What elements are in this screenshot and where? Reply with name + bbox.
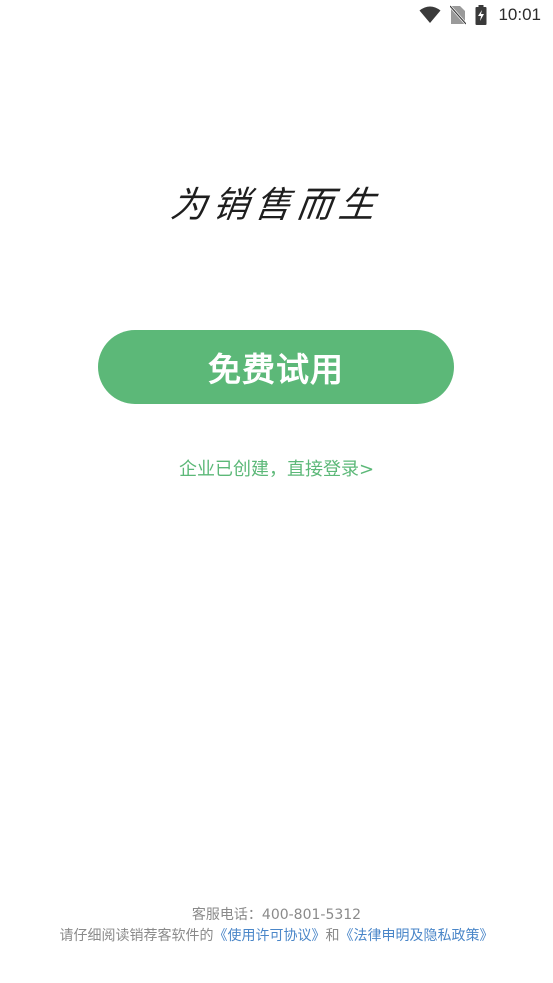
- wifi-icon: [419, 6, 441, 24]
- footer: 客服电话：400-801-5312 请仔细阅读销荐客软件的《使用许可协议》和《法…: [50, 905, 503, 947]
- free-trial-button[interactable]: 免费试用: [98, 330, 454, 404]
- battery-charging-icon: [475, 5, 487, 25]
- agreement-prefix: 请仔细阅读销荐客软件的: [59, 928, 214, 944]
- status-time: 10:01: [498, 5, 541, 24]
- legal-privacy-link[interactable]: 《法律申明及隐私政策》: [340, 928, 494, 944]
- status-bar: 10:01: [0, 0, 553, 30]
- login-link[interactable]: 企业已创建，直接登录>: [0, 455, 553, 481]
- phone-label: 客服电话：: [191, 907, 262, 923]
- slogan: 为销售而生: [168, 185, 384, 226]
- customer-service-phone: 客服电话：400-801-5312: [50, 905, 503, 926]
- license-agreement-link[interactable]: 《使用许可协议》: [214, 928, 326, 944]
- no-sim-icon: [450, 5, 467, 25]
- agreement-conjunction: 和: [325, 928, 340, 944]
- phone-number[interactable]: 400-801-5312: [262, 907, 361, 923]
